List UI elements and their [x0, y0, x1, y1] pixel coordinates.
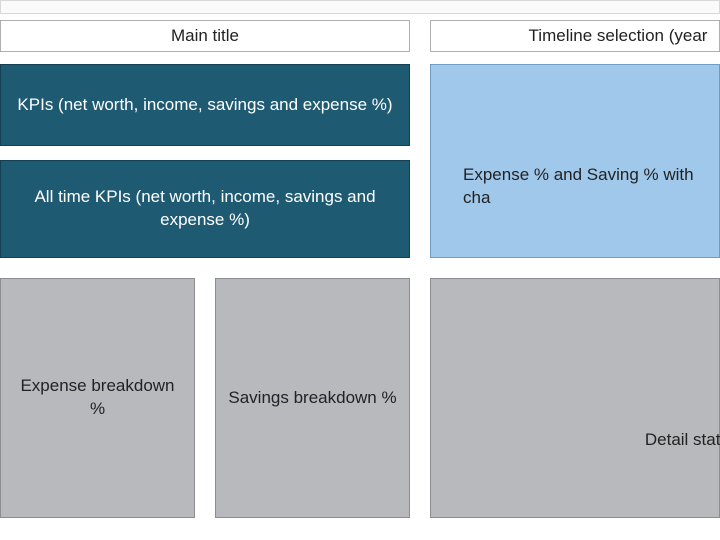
kpis-label: KPIs (net worth, income, savings and exp… [17, 94, 392, 117]
expense-saving-chart-block: Expense % and Saving % with cha [430, 64, 720, 258]
savings-breakdown-block: Savings breakdown % [215, 278, 410, 518]
main-title-label: Main title [171, 25, 239, 48]
kpis-block: KPIs (net worth, income, savings and exp… [0, 64, 410, 146]
timeline-selection-block: Timeline selection (year [430, 20, 720, 52]
main-title-block: Main title [0, 20, 410, 52]
expense-saving-chart-label: Expense % and Saving % with cha [463, 164, 720, 210]
timeline-label: Timeline selection (year [529, 25, 708, 48]
all-time-kpis-block: All time KPIs (net worth, income, saving… [0, 160, 410, 258]
top-divider-bar [0, 0, 720, 14]
expense-breakdown-block: Expense breakdown % [0, 278, 195, 518]
expense-breakdown-label: Expense breakdown % [11, 375, 184, 421]
savings-breakdown-label: Savings breakdown % [228, 387, 396, 410]
detail-statement-block: Detail statemen [430, 278, 720, 518]
detail-statement-label: Detail statemen [645, 429, 720, 452]
all-time-kpis-label: All time KPIs (net worth, income, saving… [11, 186, 399, 232]
wireframe-canvas: Main title Timeline selection (year KPIs… [0, 0, 720, 540]
